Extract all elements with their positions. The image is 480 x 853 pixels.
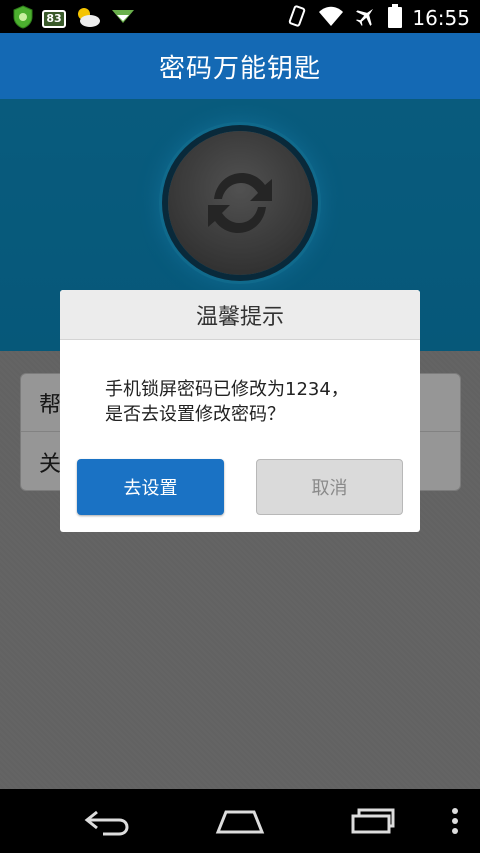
status-bar: 83 16:55 xyxy=(0,0,480,33)
weather-icon xyxy=(74,6,102,32)
status-time: 16:55 xyxy=(412,6,470,30)
dialog-message-line2: 是否去设置修改密码？ xyxy=(105,404,285,425)
airplane-icon xyxy=(354,4,378,32)
shield-app-icon xyxy=(12,5,34,33)
wifi-icon xyxy=(318,5,344,31)
overflow-menu-button[interactable] xyxy=(440,789,470,853)
back-button[interactable] xyxy=(70,789,144,853)
recents-button[interactable] xyxy=(336,789,410,853)
dialog-message: 手机锁屏密码已修改为1234， 是否去设置修改密码？ xyxy=(105,377,395,427)
app-title-bar: 密码万能钥匙 xyxy=(0,33,480,99)
go-settings-button[interactable]: 去设置 xyxy=(77,459,224,515)
dialog-message-line1: 手机锁屏密码已修改为1234， xyxy=(105,379,349,400)
home-icon xyxy=(215,810,265,834)
page-title: 密码万能钥匙 xyxy=(158,53,321,84)
dialog-title: 温馨提示 xyxy=(60,290,420,340)
tip-dialog: 温馨提示 手机锁屏密码已修改为1234， 是否去设置修改密码？ 去设置 取消 xyxy=(60,290,420,532)
overflow-menu-icon xyxy=(452,808,458,834)
vibrate-icon xyxy=(286,4,308,32)
home-button[interactable] xyxy=(203,789,277,853)
badge-83-icon: 83 xyxy=(42,10,66,28)
cancel-button[interactable]: 取消 xyxy=(256,459,403,515)
back-icon xyxy=(84,810,129,836)
navigation-bar xyxy=(0,789,480,853)
recents-icon xyxy=(351,808,395,834)
battery-icon xyxy=(388,4,403,32)
download-icon xyxy=(110,7,136,31)
